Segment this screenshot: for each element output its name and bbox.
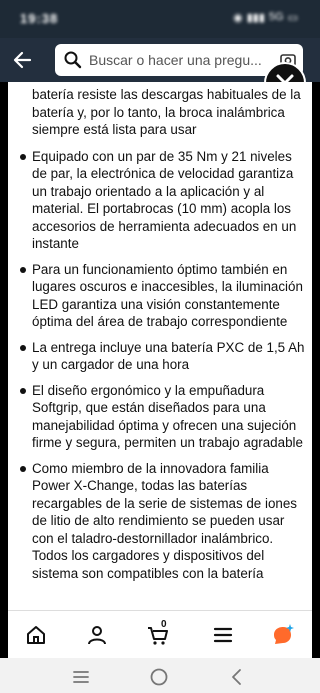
status-icons: ◉ ▮▮▮ 5G ▭ [233, 11, 298, 24]
wifi-icon: ◉ [233, 12, 243, 24]
status-time: 19:38 [20, 11, 59, 26]
feature-item: Para un funcionamiento óptimo también en… [20, 261, 306, 331]
home-circle-icon[interactable] [148, 666, 170, 688]
cart-count-badge: 0 [161, 619, 167, 630]
search-placeholder: Buscar o hacer una pregu... [89, 52, 262, 68]
feature-item: Como miembro de la innovadora familia Po… [20, 460, 306, 583]
back-button[interactable] [10, 47, 36, 73]
system-nav-bar [0, 658, 320, 693]
feature-item: El diseño ergonómico y la empuñadura Sof… [20, 382, 306, 452]
system-back-icon[interactable] [226, 666, 248, 688]
app-bottom-nav: 0 [8, 610, 312, 658]
recent-apps-icon[interactable] [70, 666, 92, 688]
feature-list: batería resiste las descargas habituales… [8, 86, 312, 582]
signal-icon: ▮▮▮ [246, 12, 265, 24]
product-description: batería resiste las descargas habituales… [8, 82, 312, 610]
rufus-assistant-icon[interactable] [271, 623, 295, 647]
account-icon[interactable] [85, 623, 109, 647]
feature-item: La entrega incluye una batería PXC de 1,… [20, 339, 306, 374]
home-icon[interactable] [24, 623, 48, 647]
back-arrow-icon [13, 51, 32, 69]
network-type: 5G [268, 11, 284, 23]
menu-icon[interactable] [211, 623, 235, 647]
feature-item: batería resiste las descargas habituales… [32, 87, 301, 137]
feature-item: Equipado con un par de 35 Nm y 21 nivele… [20, 148, 306, 253]
phone-screen: 19:38 ◉ ▮▮▮ 5G ▭ Buscar o hacer una preg… [0, 0, 320, 693]
battery-icon: ▭ [287, 12, 298, 24]
status-bar: 19:38 ◉ ▮▮▮ 5G ▭ [0, 0, 320, 38]
search-icon [64, 51, 82, 69]
